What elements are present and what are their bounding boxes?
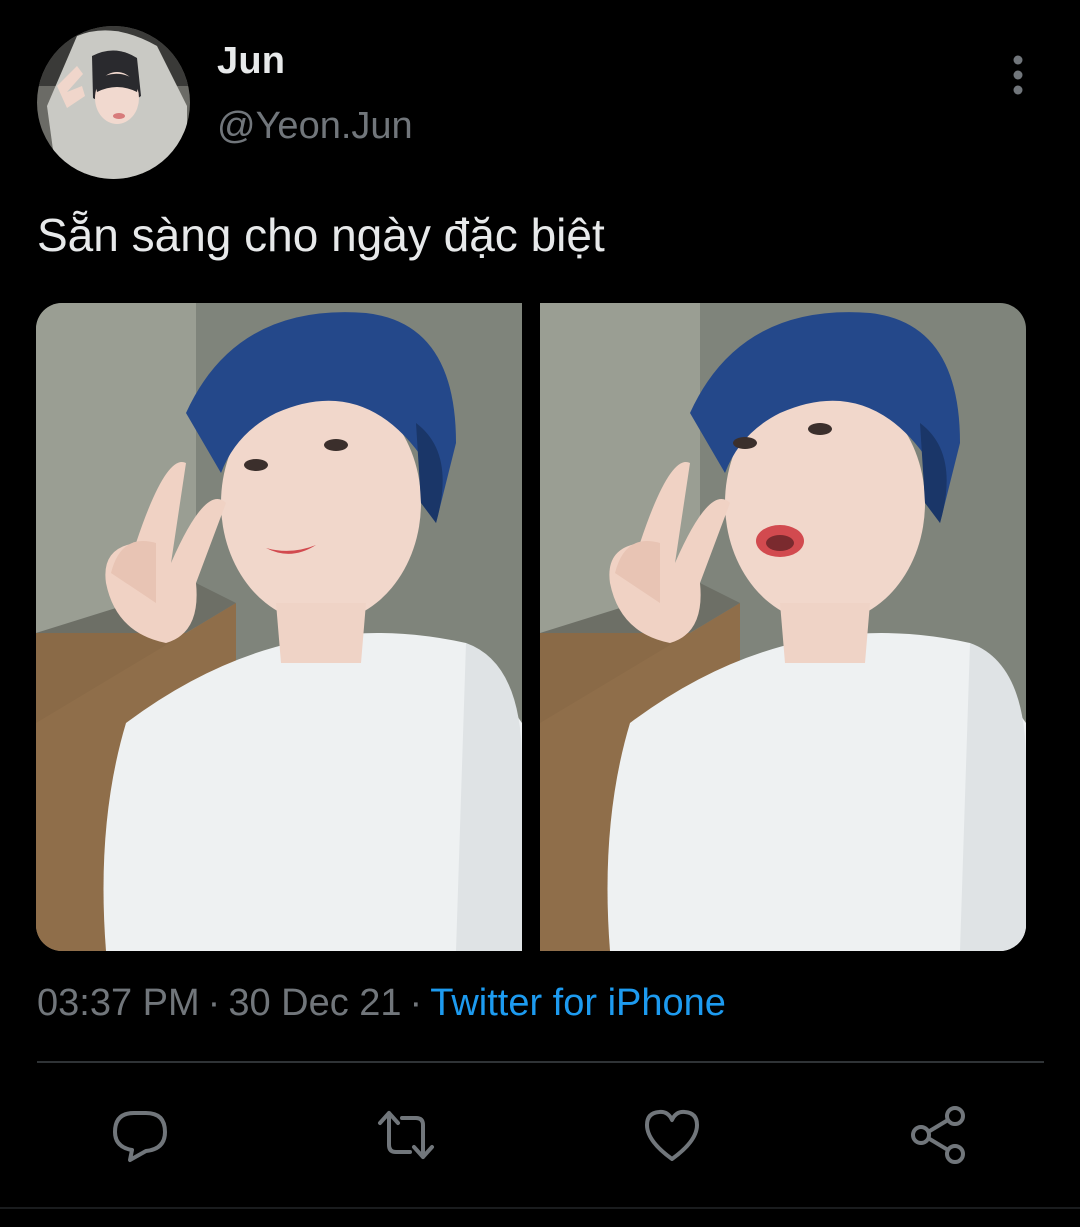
tweet-text: Sẵn sàng cho ngày đặc biệt xyxy=(37,209,605,261)
divider xyxy=(37,1061,1044,1063)
author-avatar[interactable] xyxy=(37,26,190,179)
retweet-button[interactable] xyxy=(376,1105,436,1165)
more-options-button[interactable] xyxy=(998,52,1038,98)
tweet-detail-page: Jun @Yeon.Jun Sẵn sàng cho ngày đặc biệt xyxy=(0,0,1080,1227)
meta-separator: · xyxy=(409,982,423,1024)
share-button[interactable] xyxy=(908,1105,968,1165)
author-handle[interactable]: @Yeon.Jun xyxy=(217,105,413,148)
more-vertical-icon xyxy=(1013,55,1023,95)
tweet-time: 03:37 PM xyxy=(37,982,200,1024)
tweet-metadata: 03:37 PM · 30 Dec 21 · Twitter for iPhone xyxy=(37,982,726,1025)
tweet-photo-1[interactable] xyxy=(36,303,522,951)
tweet-date: 30 Dec 21 xyxy=(228,982,402,1024)
retweet-icon xyxy=(378,1111,434,1159)
divider xyxy=(0,1207,1080,1209)
meta-separator: · xyxy=(207,982,221,1024)
tweet-photo-2[interactable] xyxy=(540,303,1026,951)
reply-icon xyxy=(113,1111,167,1162)
like-icon xyxy=(645,1109,699,1161)
like-button[interactable] xyxy=(642,1105,702,1165)
author-display-name[interactable]: Jun xyxy=(217,40,285,83)
share-icon xyxy=(911,1106,965,1164)
tweet-source-link[interactable]: Twitter for iPhone xyxy=(430,982,726,1024)
reply-button[interactable] xyxy=(110,1105,170,1165)
